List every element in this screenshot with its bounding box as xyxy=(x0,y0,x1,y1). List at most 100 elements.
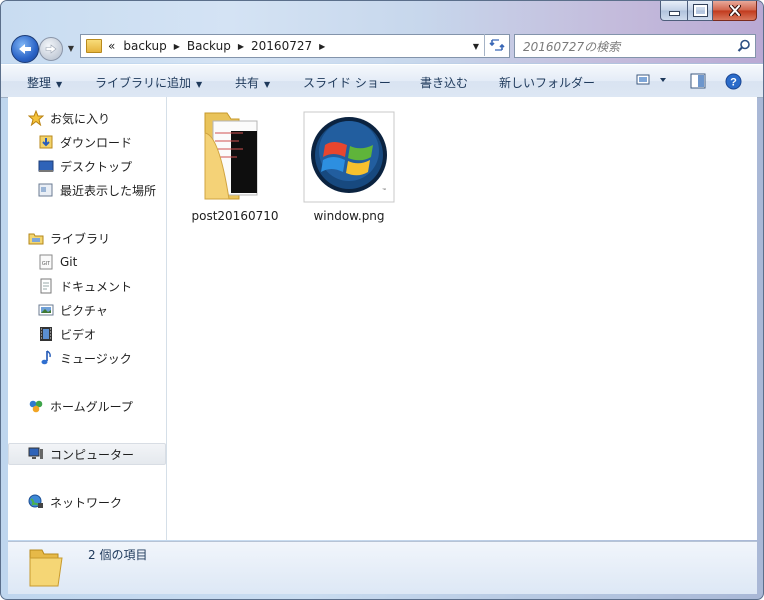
add-to-library-label: ライブラリに追加 xyxy=(95,76,192,90)
help-icon: ? xyxy=(725,73,742,90)
file-item-folder[interactable]: post20160710 xyxy=(187,109,283,223)
preview-pane-icon xyxy=(690,73,706,89)
libraries-icon xyxy=(28,230,44,246)
chevron-down-icon: ▼ xyxy=(196,80,203,89)
organize-button[interactable]: 整理 ▼ xyxy=(27,74,62,91)
command-bar: 整理 ▼ ライブラリに追加 ▼ 共有 ▼ スライド ショー 書き込む 新しいフォルダー… xyxy=(1,64,763,98)
music-note-icon xyxy=(38,350,54,366)
svg-text:™: ™ xyxy=(382,187,386,192)
sidebar-item-label: ピクチャ xyxy=(60,303,108,318)
sidebar-item-pictures[interactable]: ピクチャ xyxy=(8,299,166,321)
sidebar-item-desktop[interactable]: デスクトップ xyxy=(8,155,166,177)
forward-button[interactable] xyxy=(39,37,63,61)
arrow-left-icon xyxy=(19,44,31,54)
chevron-down-icon: ▼ xyxy=(56,80,63,89)
slideshow-button[interactable]: スライド ショー xyxy=(303,74,391,91)
sidebar-item-favorites[interactable]: お気に入り xyxy=(8,107,166,129)
sidebar-item-label: ホームグループ xyxy=(50,399,133,414)
back-button[interactable] xyxy=(11,35,39,63)
caption-buttons xyxy=(660,1,757,21)
chevron-right-icon[interactable]: ▶ xyxy=(174,42,180,51)
add-to-library-button[interactable]: ライブラリに追加 ▼ xyxy=(95,74,202,91)
preview-pane-button[interactable] xyxy=(690,73,706,92)
sidebar-item-label: Git xyxy=(60,255,78,269)
folder-icon xyxy=(28,546,64,591)
sidebar-item-label: ネットワーク xyxy=(50,495,123,510)
close-button[interactable] xyxy=(713,1,757,21)
close-icon xyxy=(728,5,741,16)
file-name: window.png xyxy=(313,209,385,223)
burn-button[interactable]: 書き込む xyxy=(420,74,468,91)
navigation-pane: お気に入り ダウンロード デスクトップ 最近表示した場所 ライブラリ GIT G… xyxy=(8,97,167,540)
organize-label: 整理 xyxy=(27,76,52,90)
sidebar-item-downloads[interactable]: ダウンロード xyxy=(8,131,166,153)
search-input[interactable]: 20160727の検索 xyxy=(515,38,733,55)
view-icon xyxy=(636,74,666,85)
chevron-down-icon: ▼ xyxy=(264,80,271,89)
recent-pages-button[interactable]: ▼ xyxy=(65,41,77,55)
folder-icon xyxy=(86,39,102,53)
file-item-image[interactable]: ™ window.png xyxy=(301,109,397,223)
sidebar-item-homegroup[interactable]: ホームグループ xyxy=(8,395,166,417)
pictures-icon xyxy=(38,302,54,318)
details-pane: 2 個の項目 xyxy=(8,541,757,594)
search-box[interactable]: 20160727の検索 xyxy=(514,34,756,58)
sidebar-item-label: ビデオ xyxy=(60,327,97,342)
share-label: 共有 xyxy=(235,76,260,90)
file-list: post20160710 ™ window.png xyxy=(167,97,757,540)
breadcrumb-20160727[interactable]: 20160727 xyxy=(251,39,312,53)
sidebar-item-label: ミュージック xyxy=(60,351,132,366)
address-overflow-button[interactable]: « xyxy=(108,39,115,53)
sidebar-item-documents[interactable]: ドキュメント xyxy=(8,275,166,297)
chevron-right-icon[interactable]: ▶ xyxy=(238,42,244,51)
share-button[interactable]: 共有 ▼ xyxy=(235,74,270,91)
sidebar-item-videos[interactable]: ビデオ xyxy=(8,323,166,345)
sidebar-item-libraries[interactable]: ライブラリ xyxy=(8,227,166,249)
star-icon xyxy=(28,110,44,126)
breadcrumb-backup[interactable]: Backup xyxy=(187,39,231,53)
address-dropdown-button[interactable]: ▼ xyxy=(467,42,485,51)
new-folder-button[interactable]: 新しいフォルダー xyxy=(499,74,595,91)
refresh-icon xyxy=(489,39,505,51)
maximize-button[interactable] xyxy=(688,1,713,21)
sidebar-item-label: 最近表示した場所 xyxy=(60,183,157,198)
minimize-icon xyxy=(668,11,680,16)
desktop-icon xyxy=(38,158,54,174)
breadcrumb-backup-lower[interactable]: backup xyxy=(123,39,166,53)
file-name: post20160710 xyxy=(191,209,279,223)
recent-places-icon xyxy=(38,182,54,198)
sidebar-item-git[interactable]: GIT Git xyxy=(8,251,166,273)
sidebar-item-label: コンピューター xyxy=(50,447,135,462)
svg-text:?: ? xyxy=(730,77,737,89)
address-bar[interactable]: « backup ▶ Backup ▶ 20160727 ▶ ▼ xyxy=(80,34,510,58)
homegroup-icon xyxy=(28,398,44,414)
search-icon[interactable] xyxy=(733,39,755,53)
sidebar-item-network[interactable]: ネットワーク xyxy=(8,491,166,513)
sidebar-item-label: ドキュメント xyxy=(60,279,133,294)
folder-icon xyxy=(187,109,283,205)
sidebar-item-computer[interactable]: コンピューター xyxy=(8,443,166,465)
computer-icon xyxy=(28,446,44,462)
network-icon xyxy=(28,494,44,510)
video-icon xyxy=(38,326,54,342)
downloads-icon xyxy=(38,134,54,150)
chevron-right-icon[interactable]: ▶ xyxy=(319,42,325,51)
change-view-button[interactable] xyxy=(636,73,666,90)
maximize-icon xyxy=(692,4,708,17)
svg-text:GIT: GIT xyxy=(42,261,50,267)
sidebar-item-recent[interactable]: 最近表示した場所 xyxy=(8,179,166,201)
sidebar-item-label: お気に入り xyxy=(50,111,111,126)
chevron-down-icon: ▼ xyxy=(67,43,75,53)
windows-logo-thumbnail: ™ xyxy=(301,109,397,205)
help-button[interactable]: ? xyxy=(725,73,742,93)
document-icon xyxy=(38,278,54,294)
sidebar-item-label: ダウンロード xyxy=(60,135,133,150)
item-count: 2 個の項目 xyxy=(88,548,148,562)
chevron-down-icon: ▼ xyxy=(472,41,480,51)
explorer-window: ▼ « backup ▶ Backup ▶ 20160727 ▶ ▼ 20160… xyxy=(0,0,764,600)
sidebar-item-music[interactable]: ミュージック xyxy=(8,347,166,369)
minimize-button[interactable] xyxy=(660,1,688,21)
git-library-icon: GIT xyxy=(38,254,54,270)
refresh-button[interactable] xyxy=(484,34,509,56)
sidebar-item-label: デスクトップ xyxy=(60,159,133,174)
